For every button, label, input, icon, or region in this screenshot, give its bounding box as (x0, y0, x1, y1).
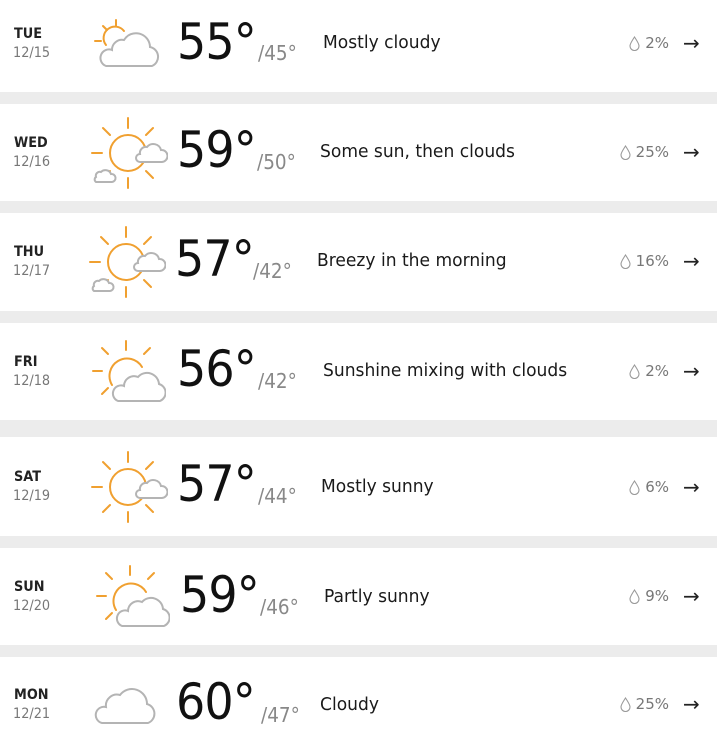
weather-description: Breezy in the morning (317, 250, 507, 271)
precipitation-chance: 9% (629, 589, 669, 604)
day-label: SAT (14, 469, 42, 485)
mostly-sunny-icon (91, 451, 168, 523)
row-separator (0, 420, 717, 437)
arrow-right-icon[interactable]: → (683, 142, 700, 162)
low-temperature: /45° (258, 41, 297, 65)
raindrop-icon (629, 364, 640, 379)
date-label: 12/18 (13, 373, 51, 389)
row-separator (0, 92, 717, 104)
low-temperature: /44° (258, 484, 297, 508)
date-label: 12/21 (13, 706, 51, 722)
arrow-right-icon[interactable]: → (683, 33, 700, 53)
date-label: 12/16 (13, 154, 51, 170)
low-temperature: /50° (257, 150, 296, 174)
arrow-right-icon[interactable]: → (683, 586, 700, 606)
precipitation-chance: 6% (629, 480, 669, 495)
high-temperature: 59° (180, 566, 260, 624)
high-temperature: 59° (177, 121, 257, 179)
precipitation-chance: 2% (629, 364, 669, 379)
date-label: 12/20 (13, 598, 51, 614)
weather-description: Partly sunny (324, 586, 430, 607)
raindrop-icon (629, 36, 640, 51)
raindrop-icon (620, 145, 631, 160)
high-temperature: 57° (175, 230, 255, 288)
precipitation-value: 25% (635, 143, 669, 161)
forecast-row[interactable]: WED 12/16 59° /50° Some sun, then clouds… (0, 104, 717, 201)
forecast-row[interactable]: TUE 12/15 55° /45° Mostly cloudy 2% → (0, 0, 717, 92)
precipitation-chance: 25% (620, 145, 669, 160)
row-separator (0, 536, 717, 548)
partly-sunny-icon (89, 226, 166, 298)
weather-description: Sunshine mixing with clouds (323, 360, 568, 381)
raindrop-icon (629, 480, 640, 495)
day-label: FRI (14, 354, 38, 370)
sun-cloud-icon (92, 340, 166, 402)
raindrop-icon (629, 589, 640, 604)
day-label: SUN (14, 579, 45, 595)
high-temperature: 57° (177, 455, 257, 513)
weather-description: Some sun, then clouds (320, 141, 515, 162)
precipitation-chance: 2% (629, 36, 669, 51)
mostly-cloudy-icon (94, 19, 160, 67)
forecast-row[interactable]: THU 12/17 57° /42° Breezy in the morning… (0, 213, 717, 311)
day-label: MON (14, 687, 49, 703)
partly-sunny-icon (91, 117, 168, 189)
day-label: THU (14, 244, 45, 260)
low-temperature: /47° (261, 703, 300, 727)
precipitation-value: 6% (645, 478, 669, 496)
row-separator (0, 201, 717, 213)
low-temperature: /46° (260, 595, 299, 619)
precipitation-value: 16% (635, 252, 669, 270)
precipitation-value: 2% (645, 362, 669, 380)
arrow-right-icon[interactable]: → (683, 251, 700, 271)
row-separator (0, 645, 717, 657)
high-temperature: 55° (177, 13, 257, 71)
precipitation-chance: 16% (620, 254, 669, 269)
precipitation-value: 9% (645, 587, 669, 605)
daily-forecast-list: TUE 12/15 55° /45° Mostly cloudy 2% → WE… (0, 0, 717, 750)
date-label: 12/15 (13, 45, 51, 61)
high-temperature: 60° (176, 673, 256, 731)
cloudy-icon (94, 688, 156, 724)
weather-description: Mostly sunny (321, 476, 434, 497)
date-label: 12/17 (13, 263, 51, 279)
weather-description: Mostly cloudy (323, 32, 441, 53)
raindrop-icon (620, 254, 631, 269)
weather-description: Cloudy (320, 694, 379, 715)
forecast-row[interactable]: MON 12/21 60° /47° Cloudy 25% → (0, 657, 717, 750)
day-label: WED (14, 135, 48, 151)
precipitation-value: 25% (635, 695, 669, 713)
arrow-right-icon[interactable]: → (683, 361, 700, 381)
forecast-row[interactable]: SUN 12/20 59° /46° Partly sunny 9% → (0, 548, 717, 645)
raindrop-icon (620, 697, 631, 712)
day-label: TUE (14, 26, 43, 42)
high-temperature: 56° (177, 340, 257, 398)
precipitation-value: 2% (645, 34, 669, 52)
sun-cloud-icon (96, 565, 170, 627)
arrow-right-icon[interactable]: → (683, 694, 700, 714)
forecast-row[interactable]: FRI 12/18 56° /42° Sunshine mixing with … (0, 323, 717, 420)
forecast-row[interactable]: SAT 12/19 57° /44° Mostly sunny 6% → (0, 437, 717, 536)
arrow-right-icon[interactable]: → (683, 477, 700, 497)
date-label: 12/19 (13, 488, 51, 504)
precipitation-chance: 25% (620, 697, 669, 712)
low-temperature: /42° (253, 259, 292, 283)
row-separator (0, 311, 717, 323)
low-temperature: /42° (258, 369, 297, 393)
